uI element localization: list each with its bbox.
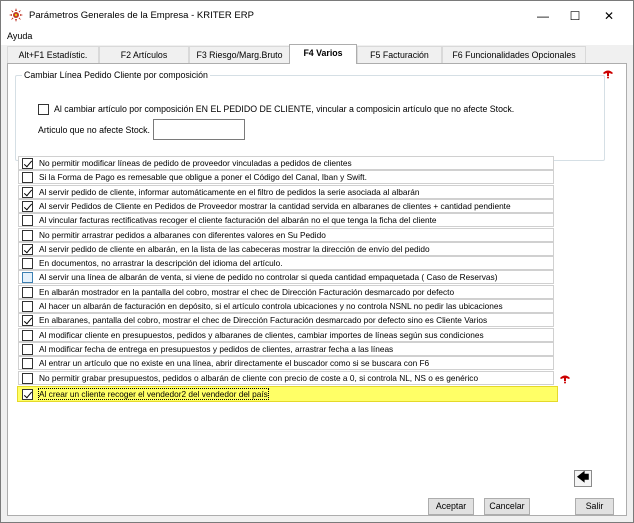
tab-funcionalidades[interactable]: F6 Funcionalidades Opcionales <box>442 46 586 63</box>
option-row: Al servir una línea de albarán de venta,… <box>18 270 554 285</box>
option-label: Al servir Pedidos de Cliente en Pedidos … <box>39 200 511 211</box>
option-label: En albaranes, pantalla del cobro, mostra… <box>39 315 488 326</box>
back-arrow-icon: 🡄 <box>576 470 590 484</box>
option-label: Al vincular facturas rectificativas reco… <box>39 215 437 226</box>
help-icon[interactable] <box>559 374 571 384</box>
option-label: Al entrar un artículo que no existe en u… <box>39 358 430 369</box>
option-checkbox[interactable] <box>22 172 33 184</box>
tab-panel-varios: Cambiar Línea Pedido Cliente por composi… <box>7 63 627 516</box>
composicion-checkbox-label: Al cambiar artículo por composición EN E… <box>54 104 515 114</box>
option-checkbox[interactable] <box>22 186 33 198</box>
option-label: En documentos, no arrastrar la descripci… <box>39 258 283 269</box>
window-title: Parámetros Generales de la Empresa - KRI… <box>29 10 254 21</box>
option-row: Al modificar cliente en presupuestos, pe… <box>18 327 554 342</box>
option-label: No permitir grabar presupuestos, pedidos… <box>39 372 479 383</box>
composicion-groupbox: Cambiar Línea Pedido Cliente por composi… <box>15 70 605 161</box>
groupbox-legend: Cambiar Línea Pedido Cliente por composi… <box>22 70 210 80</box>
option-label: En albarán mostrador en la pantalla del … <box>39 286 455 297</box>
option-checkbox[interactable] <box>22 243 33 255</box>
option-row: No permitir modificar líneas de pedido d… <box>18 156 554 170</box>
parametros-window: Parámetros Generales de la Empresa - KRI… <box>0 0 634 523</box>
option-checkbox[interactable] <box>22 329 33 341</box>
app-icon <box>9 8 23 22</box>
option-row: Al hacer un albarán de facturación en de… <box>18 299 554 313</box>
option-checkbox[interactable] <box>22 272 33 284</box>
option-row: Al servir pedido de cliente en albarán, … <box>18 241 554 256</box>
option-label: No permitir arrastrar pedidos a albarane… <box>39 229 326 240</box>
option-row: Al crear un cliente recoger el vendedor2… <box>17 385 558 402</box>
accept-button[interactable]: Aceptar <box>428 498 474 515</box>
option-checkbox[interactable] <box>22 388 33 400</box>
option-row: Al servir Pedidos de Cliente en Pedidos … <box>18 198 554 213</box>
menu-ayuda[interactable]: Ayuda <box>7 31 32 41</box>
option-checkbox[interactable] <box>22 229 33 241</box>
option-checkbox[interactable] <box>22 301 33 312</box>
option-label: Al servir pedido de cliente en albarán, … <box>39 243 430 254</box>
option-label: Al servir pedido de cliente, informar au… <box>39 186 420 197</box>
tab-estadisticas[interactable]: Alt+F1 Estadístic. <box>7 46 99 63</box>
option-label: Al crear un cliente recoger el vendedor2… <box>38 387 269 400</box>
option-row: Al entrar un artículo que no existe en u… <box>18 356 554 371</box>
option-checkbox[interactable] <box>22 215 33 227</box>
tab-facturacion[interactable]: F5 Facturación <box>357 46 442 63</box>
option-row: Si la Forma de Pago es remesable que obl… <box>18 170 554 185</box>
option-checkbox[interactable] <box>22 343 33 355</box>
option-label: Al servir una línea de albarán de venta,… <box>39 272 498 283</box>
tab-varios[interactable]: F4 Varios <box>289 44 357 64</box>
option-label: Al hacer un albarán de facturación en de… <box>39 301 503 311</box>
option-checkbox[interactable] <box>22 372 33 384</box>
option-row: En albarán mostrador en la pantalla del … <box>18 284 554 299</box>
option-row: En albaranes, pantalla del cobro, mostra… <box>18 313 554 328</box>
option-label: Si la Forma de Pago es remesable que obl… <box>39 172 367 183</box>
option-row: No permitir arrastrar pedidos a albarane… <box>18 227 554 242</box>
option-checkbox[interactable] <box>22 158 33 169</box>
option-label: Al modificar fecha de entrega en presupu… <box>39 343 394 354</box>
option-row: Al servir pedido de cliente, informar au… <box>18 184 554 199</box>
close-button[interactable]: ✕ <box>587 1 631 30</box>
close-icon: ✕ <box>603 8 615 23</box>
option-checkbox[interactable] <box>22 200 33 212</box>
option-row: Al vincular facturas rectificativas reco… <box>18 213 554 228</box>
minimize-icon: — <box>537 8 549 23</box>
cancel-button[interactable]: Cancelar <box>484 498 530 515</box>
exit-button[interactable]: Salir <box>575 498 614 515</box>
option-checkbox[interactable] <box>22 358 33 370</box>
option-checkbox[interactable] <box>22 315 33 327</box>
back-arrow-button[interactable]: 🡄 <box>574 470 592 487</box>
option-label: Al modificar cliente en presupuestos, pe… <box>39 329 484 340</box>
composicion-checkbox[interactable] <box>38 104 49 115</box>
option-row: En documentos, no arrastrar la descripci… <box>18 256 554 271</box>
help-icon[interactable] <box>602 69 614 79</box>
articulo-stock-input[interactable] <box>153 119 245 140</box>
option-label: No permitir modificar líneas de pedido d… <box>39 158 352 168</box>
option-checkbox[interactable] <box>22 258 33 270</box>
title-bar: Parámetros Generales de la Empresa - KRI… <box>1 1 633 30</box>
option-row: Al modificar fecha de entrega en presupu… <box>18 341 554 356</box>
maximize-icon: ☐ <box>569 8 581 23</box>
articulo-stock-label: Articulo que no afecte Stock. <box>38 125 150 135</box>
option-row: No permitir grabar presupuestos, pedidos… <box>18 370 554 385</box>
tab-articulos[interactable]: F2 Artículos <box>99 46 189 63</box>
tab-strip: Alt+F1 Estadístic. F2 Artículos F3 Riesg… <box>7 44 627 64</box>
menu-bar: Ayuda <box>1 30 633 45</box>
tab-riesgo[interactable]: F3 Riesgo/Marg.Bruto <box>189 46 290 63</box>
option-checkbox[interactable] <box>22 286 33 298</box>
